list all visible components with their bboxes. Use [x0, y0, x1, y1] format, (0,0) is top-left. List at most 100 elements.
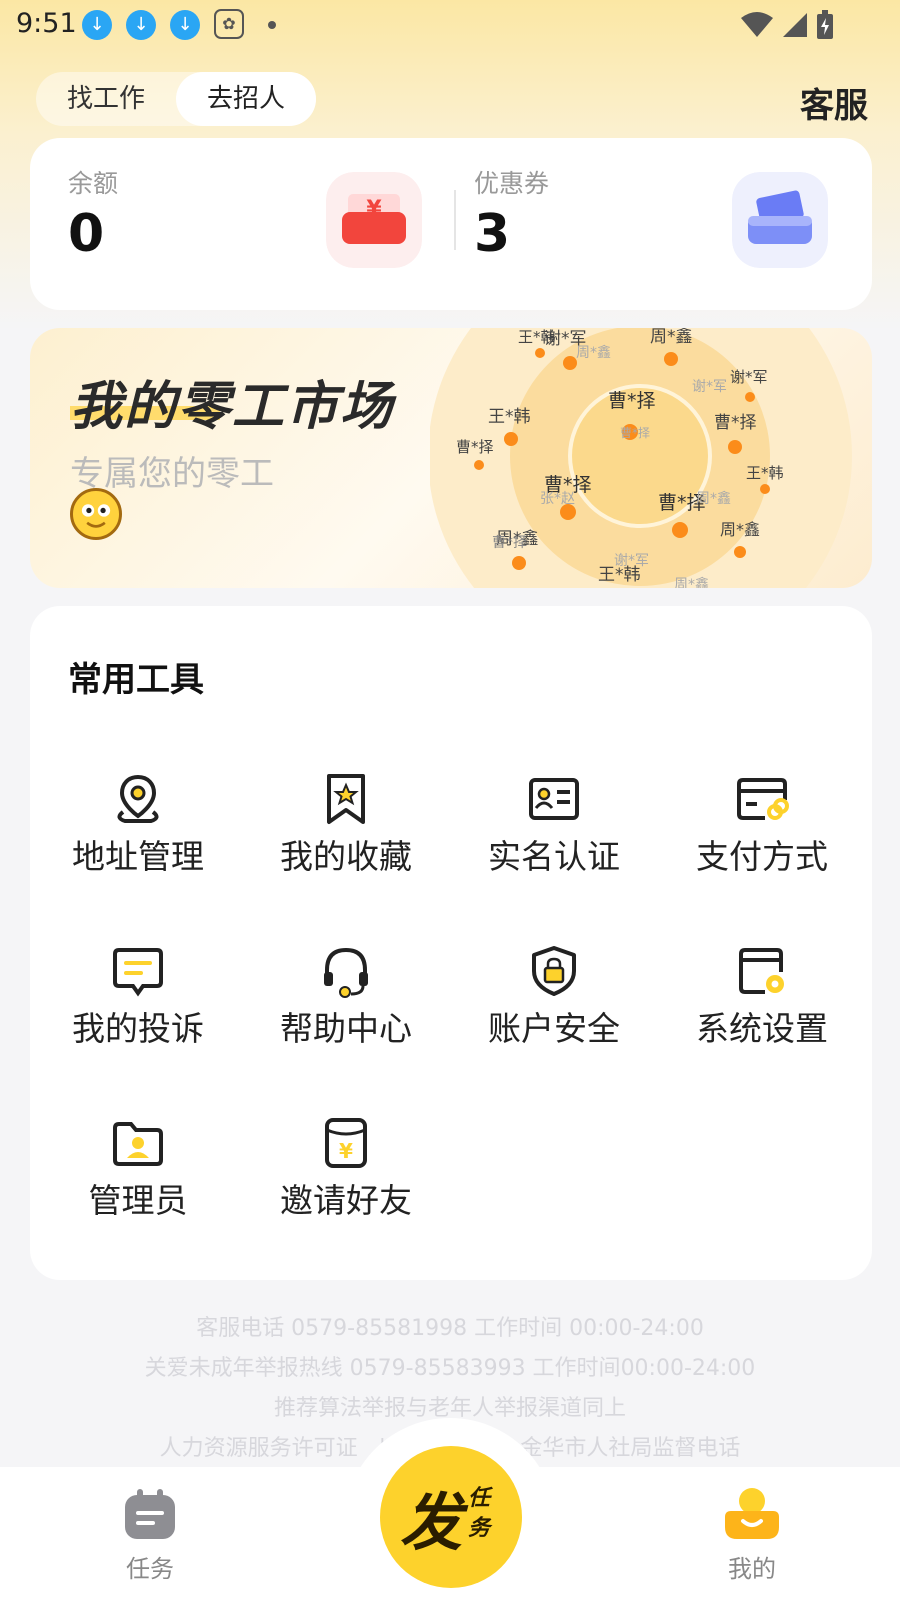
worker-dot [672, 522, 688, 538]
coupon-ticket-icon [732, 172, 828, 268]
tool-label: 帮助中心 [280, 1009, 412, 1048]
coupon-label: 优惠券 [474, 169, 550, 198]
worker-name: 曹*择 [714, 413, 757, 433]
worker-dot [734, 546, 746, 558]
worker-dot [745, 392, 755, 402]
tab-recruit[interactable]: 去招人 [176, 72, 316, 126]
gig-market-banner[interactable]: 我的零工市场 专属您的零工 王*韩 谢*军 周*鑫 周*鑫 谢*军 谢*军 曹*… [30, 328, 872, 588]
worker-dot [474, 460, 484, 470]
worker-name: 曹*择 [608, 390, 656, 412]
tools-title: 常用工具 [68, 660, 204, 700]
worker-dot [760, 484, 770, 494]
publish-big-label: 发 [400, 1486, 463, 1559]
wifi-icon [741, 12, 773, 37]
signal-icon [783, 13, 807, 37]
wallet-yuan-icon: ¥ [326, 172, 422, 268]
location-pin-icon [117, 774, 159, 823]
tool-label: 账户安全 [488, 1009, 620, 1048]
tool-payment-methods[interactable]: 支付方式 [672, 772, 852, 892]
publish-small-label-1: 任 [468, 1486, 491, 1511]
customer-service-button[interactable]: 客服 [800, 78, 868, 127]
footer-link-license[interactable]: 人力资源服务许可证 [160, 1436, 358, 1461]
worker-dot [512, 556, 526, 570]
balance-label: 余额 [68, 169, 119, 198]
worker-dot [728, 440, 742, 454]
role-switch: 找工作 去招人 [36, 72, 316, 126]
card-link-icon [737, 778, 789, 820]
tool-my-complaints[interactable]: 我的投诉 [48, 944, 228, 1064]
tool-label: 地址管理 [72, 837, 204, 876]
tab-find-job[interactable]: 找工作 [36, 72, 176, 126]
tool-help-center[interactable]: 帮助中心 [256, 944, 436, 1064]
settings-card-icon [739, 948, 784, 994]
headset-icon [324, 947, 368, 998]
tool-label: 我的投诉 [72, 1009, 204, 1048]
status-time: 9:51 [16, 8, 77, 39]
battery-icon [817, 10, 833, 39]
coupon-value: 3 [474, 204, 511, 264]
worker-name: 王*韩 [746, 464, 784, 482]
tool-label: 实名认证 [488, 837, 620, 876]
status-bar: 9:51 ↓ ↓ ↓ ✿ [0, 0, 900, 48]
tool-label: 邀请好友 [280, 1181, 412, 1220]
worker-name: 曹*择 [620, 426, 651, 440]
footer-service-phone[interactable]: 客服电话 0579-85581998 工作时间 00:00-24:00 [0, 1310, 900, 1342]
tool-account-security[interactable]: 账户安全 [464, 944, 644, 1064]
tool-my-favorites[interactable]: 我的收藏 [256, 772, 436, 892]
common-tools-card: 常用工具 地址管理 我的收藏 实名认证 支付方式 我的投诉 帮助中心 账户安全 … [30, 606, 872, 1280]
worker-name: 谢*军 [730, 368, 768, 386]
publish-task-button[interactable]: 发 任 务 [380, 1446, 522, 1588]
wallet-card: 余额 0 ¥ 优惠券 3 [30, 138, 872, 310]
worker-name: 周*鑫 [696, 491, 731, 507]
download-icon: ↓ [82, 10, 112, 40]
svg-text:¥: ¥ [339, 1139, 353, 1163]
worker-dot [504, 432, 518, 446]
user-profile-icon [725, 1488, 779, 1539]
worker-radar: 王*韩 谢*军 周*鑫 周*鑫 谢*军 谢*军 曹*择 王*韩 曹*择 曹*择 … [430, 328, 872, 588]
divider [454, 190, 456, 250]
worker-name: 张*赵 [540, 491, 575, 507]
worker-name: 周*鑫 [720, 520, 761, 539]
nav-tasks[interactable]: 任务 [90, 1487, 210, 1584]
tool-real-name-verification[interactable]: 实名认证 [464, 772, 644, 892]
footer-link-supervision[interactable]: 金华市人社局监督电话 [520, 1436, 740, 1461]
publish-small-label-2: 务 [468, 1516, 491, 1541]
tool-label: 支付方式 [696, 837, 828, 876]
worker-name: 谢*军 [692, 379, 727, 395]
worker-dot [535, 348, 545, 358]
tool-system-settings[interactable]: 系统设置 [672, 944, 852, 1064]
tool-label: 管理员 [88, 1181, 188, 1220]
balance-value: 0 [68, 204, 105, 264]
dot-icon [268, 21, 276, 29]
baidu-icon: ✿ [214, 9, 244, 39]
worker-name: 王*韩 [598, 565, 641, 585]
shield-lock-icon [532, 946, 576, 996]
banner-title: 我的零工市场 [70, 377, 395, 437]
worker-dot [563, 356, 577, 370]
download-icon: ↓ [126, 10, 156, 40]
download-icon: ↓ [170, 10, 200, 40]
tool-label: 系统设置 [696, 1009, 828, 1048]
svg-text:¥: ¥ [366, 197, 382, 222]
ant-mascot-icon [70, 488, 122, 540]
worker-name: 王*韩 [488, 407, 531, 427]
nav-tasks-label: 任务 [126, 1555, 174, 1583]
worker-name: 周*鑫 [650, 328, 693, 347]
id-card-icon [529, 778, 579, 820]
tool-address-management[interactable]: 地址管理 [48, 772, 228, 892]
worker-dot [664, 352, 678, 366]
message-icon [113, 948, 163, 997]
worker-name: 周*鑫 [674, 577, 709, 588]
admin-folder-icon [113, 1122, 163, 1166]
bookmark-icon [327, 774, 365, 824]
tool-invite-friends[interactable]: ¥ 邀请好友 [256, 1116, 436, 1236]
footer-minor-hotline[interactable]: 关爱未成年举报热线 0579-85583993 工作时间00:00-24:00 [0, 1350, 900, 1382]
worker-name: 曹*择 [456, 438, 494, 456]
worker-name: 周*鑫 [576, 345, 611, 361]
task-calendar-icon [125, 1489, 175, 1539]
worker-name: 曹*择 [492, 535, 527, 551]
nav-mine[interactable]: 我的 [692, 1487, 812, 1584]
invite-yuan-icon: ¥ [325, 1118, 367, 1168]
tool-label: 我的收藏 [280, 837, 412, 876]
tool-administrator[interactable]: 管理员 [48, 1116, 228, 1236]
